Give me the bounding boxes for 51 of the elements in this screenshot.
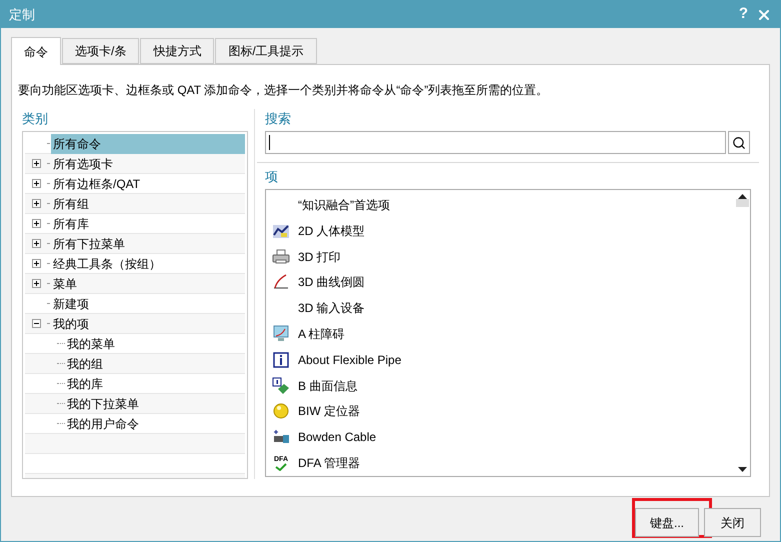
info-board-icon [272, 376, 290, 395]
window-title: 定制 [9, 6, 35, 24]
expand-icon[interactable] [32, 259, 40, 268]
tab[interactable]: 图标/工具提示 [215, 38, 317, 64]
search-field[interactable] [265, 131, 726, 154]
tab[interactable]: 选项卡/条 [62, 38, 140, 64]
command-item[interactable]: Bowden Cable [272, 424, 734, 450]
scroll-thumb[interactable] [736, 199, 748, 207]
chart-icon [272, 222, 290, 239]
category-item[interactable]: 我的组 [66, 354, 103, 374]
expand-icon[interactable] [32, 159, 40, 168]
scroll-down-icon[interactable] [738, 467, 746, 472]
instruction-text: 要向功能区选项卡、边框条或 QAT 添加命令，选择一个类别并将命令从“命令”列表拖至所需的位置。 [18, 82, 550, 99]
section-label: 搜索 [265, 110, 292, 127]
category-item[interactable]: 新建项 [51, 294, 245, 314]
command-item[interactable]: B 曲面信息 [272, 372, 734, 398]
collapse-icon[interactable] [32, 319, 40, 328]
search-button[interactable] [728, 131, 750, 154]
command-item[interactable]: 3D 打印 [272, 244, 734, 270]
dialog-button[interactable]: 键盘... [634, 508, 699, 537]
category-item[interactable]: 经典工具条（按组） [51, 254, 245, 274]
category-item[interactable]: 所有边框条/QAT [51, 174, 245, 194]
printer-icon [272, 248, 290, 265]
command-item[interactable]: 2D 人体模型 [272, 218, 734, 244]
curve-icon [272, 274, 290, 290]
command-item[interactable]: About Flexible Pipe [272, 346, 734, 373]
expand-icon[interactable] [32, 199, 40, 208]
category-item[interactable]: 所有命令 [51, 134, 245, 154]
command-item[interactable]: BIW 定位器 [272, 398, 734, 424]
tab[interactable]: 命令 [11, 37, 61, 65]
expand-icon[interactable] [32, 179, 40, 188]
expand-icon[interactable] [32, 239, 40, 248]
section-label: 项 [265, 168, 279, 185]
command-item[interactable]: A 柱障碍 [272, 321, 734, 347]
section-label: 类别 [22, 110, 49, 127]
ball-icon [272, 402, 290, 420]
category-item[interactable]: 我的库 [66, 374, 103, 394]
command-item[interactable]: “知识融合”首选项 [272, 192, 734, 218]
monitor-icon [272, 324, 290, 343]
expand-icon[interactable] [32, 279, 40, 288]
command-item[interactable]: 3D 曲线倒圆 [272, 269, 734, 296]
dialog-button[interactable]: 关闭 [704, 508, 761, 537]
tab[interactable]: 快捷方式 [140, 38, 214, 64]
category-item[interactable]: 所有库 [51, 214, 245, 234]
cable-icon [272, 429, 290, 446]
expand-icon[interactable] [32, 219, 40, 228]
category-item[interactable]: 我的用户命令 [66, 414, 139, 434]
info-icon [273, 352, 289, 368]
search-icon [732, 136, 746, 150]
category-item[interactable]: 我的菜单 [66, 334, 115, 354]
command-item[interactable]: 3D 输入设备 [272, 295, 734, 322]
